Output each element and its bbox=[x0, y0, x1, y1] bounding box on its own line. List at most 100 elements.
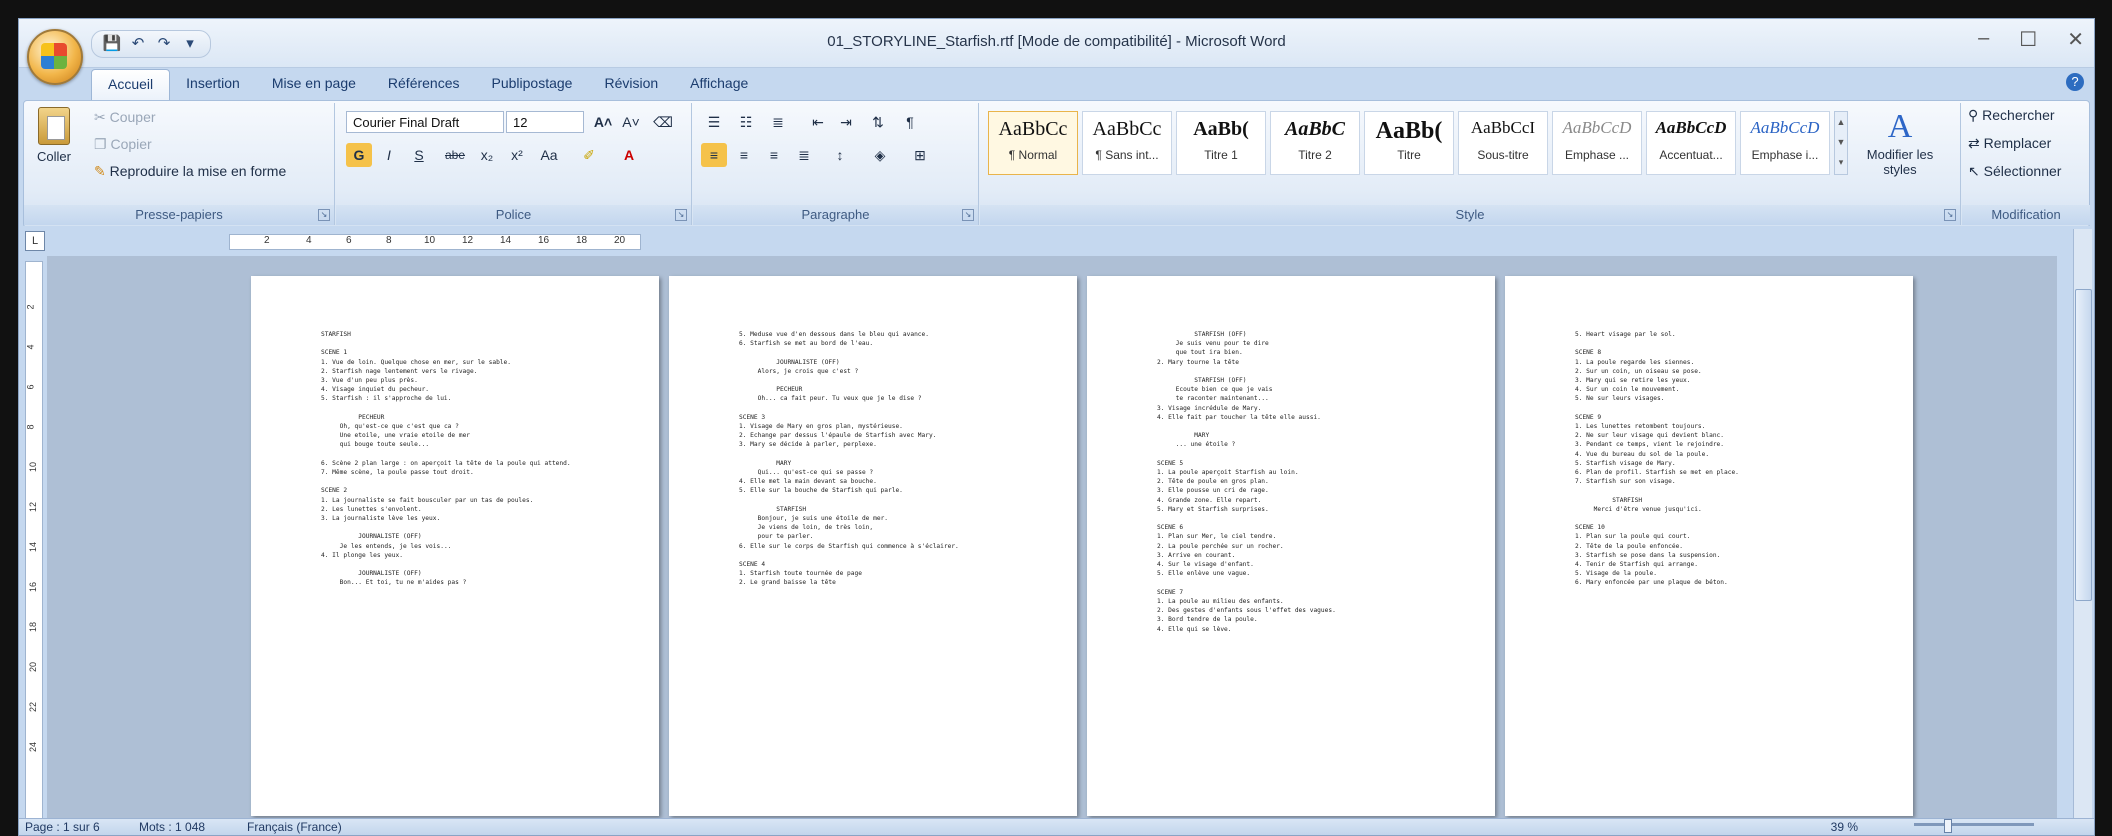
vertical-scrollbar[interactable] bbox=[2073, 229, 2092, 819]
clipboard-launcher-icon[interactable]: ↘ bbox=[318, 209, 330, 221]
document-page-2[interactable]: 5. Meduse vue d'en dessous dans le bleu … bbox=[669, 276, 1077, 816]
styles-a-icon: A bbox=[1887, 108, 1913, 145]
zoom-slider-knob[interactable] bbox=[1944, 819, 1952, 833]
bold-button[interactable]: G bbox=[346, 143, 372, 167]
italic-button[interactable]: I bbox=[376, 143, 402, 167]
office-button[interactable] bbox=[27, 29, 83, 85]
tab-affichage[interactable]: Affichage bbox=[674, 69, 764, 101]
shrink-font-icon[interactable]: A˅ bbox=[618, 110, 644, 134]
title-bar: 💾 ↶ ↷ ▾ 01_STORYLINE_Starfish.rtf [Mode … bbox=[19, 19, 2094, 85]
replace-icon: ⇄ bbox=[1968, 135, 1984, 151]
window-title: 01_STORYLINE_Starfish.rtf [Mode de compa… bbox=[827, 33, 1286, 50]
copy-button[interactable]: ❐ Copier bbox=[94, 136, 152, 153]
line-spacing-icon[interactable]: ↕ bbox=[827, 143, 853, 167]
vertical-ruler[interactable]: 2 4 6 8 10 12 14 16 18 20 22 24 bbox=[25, 261, 43, 821]
highlight-icon[interactable]: ✐ bbox=[576, 143, 602, 167]
page-count[interactable]: Page : 1 sur 6 bbox=[25, 820, 100, 834]
modify-styles-button[interactable]: A Modifier les styles bbox=[1860, 107, 1940, 177]
styles-scroll-icon[interactable]: ▲ ▼ ▾ bbox=[1834, 111, 1848, 175]
style-titre-1[interactable]: AaBb( Titre 1 bbox=[1176, 111, 1266, 175]
paragraph-launcher-icon[interactable]: ↘ bbox=[962, 209, 974, 221]
maximize-button[interactable]: ☐ bbox=[2019, 27, 2037, 52]
font-size-select[interactable]: 12 bbox=[506, 111, 584, 133]
multilevel-list-icon[interactable]: ≣ bbox=[765, 110, 791, 134]
paste-button[interactable]: Coller bbox=[34, 107, 74, 175]
bullets-icon[interactable]: ☰ bbox=[701, 110, 727, 134]
superscript-button[interactable]: x² bbox=[504, 143, 530, 167]
styles-launcher-icon[interactable]: ↘ bbox=[1944, 209, 1956, 221]
scrollbar-thumb[interactable] bbox=[2075, 289, 2092, 601]
font-color-icon[interactable]: A bbox=[616, 143, 642, 167]
style-preview: AaBb( bbox=[1375, 118, 1443, 144]
paste-label: Coller bbox=[37, 149, 71, 164]
change-case-button[interactable]: Aa bbox=[536, 143, 562, 167]
justify-icon[interactable]: ≣ bbox=[791, 143, 817, 167]
underline-button[interactable]: S bbox=[406, 143, 432, 167]
brush-icon: ✎ bbox=[94, 163, 110, 179]
font-launcher-icon[interactable]: ↘ bbox=[675, 209, 687, 221]
style-titre-2[interactable]: AaBbC Titre 2 bbox=[1270, 111, 1360, 175]
tab-publipostage[interactable]: Publipostage bbox=[476, 69, 589, 101]
style-accentuation[interactable]: AaBbCcD Accentuat... bbox=[1646, 111, 1736, 175]
align-right-icon[interactable]: ≡ bbox=[761, 143, 787, 167]
style-emphase-pale[interactable]: AaBbCcD Emphase ... bbox=[1552, 111, 1642, 175]
ribbon-tabs: Accueil Insertion Mise en page Référence… bbox=[91, 69, 764, 102]
decrease-indent-icon[interactable]: ⇤ bbox=[805, 110, 831, 134]
scissors-icon: ✂ bbox=[94, 109, 110, 125]
tab-mise-en-page[interactable]: Mise en page bbox=[256, 69, 372, 101]
grow-font-icon[interactable]: A˄ bbox=[590, 110, 616, 134]
document-page-1[interactable]: STARFISH SCENE 1 1. Vue de loin. Quelque… bbox=[251, 276, 659, 816]
status-bar: Page : 1 sur 6 Mots : 1 048 Français (Fr… bbox=[19, 818, 2094, 835]
cut-button[interactable]: ✂ Couper bbox=[94, 109, 156, 126]
paragraph-group-label: Paragraphe bbox=[693, 205, 978, 225]
clear-format-icon[interactable]: ⌫ bbox=[650, 110, 676, 134]
find-button[interactable]: ⚲ Rechercher bbox=[1968, 107, 2055, 124]
group-clipboard: Coller ✂ Couper ❐ Copier ✎ Reproduire la… bbox=[24, 103, 335, 225]
ruler-tick: 14 bbox=[500, 235, 512, 246]
borders-icon[interactable]: ⊞ bbox=[907, 143, 933, 167]
sort-icon[interactable]: ⇅ bbox=[865, 110, 891, 134]
show-marks-icon[interactable]: ¶ bbox=[897, 110, 923, 134]
style-emphase-intense[interactable]: AaBbCcD Emphase i... bbox=[1740, 111, 1830, 175]
strikethrough-button[interactable]: abe bbox=[442, 143, 468, 167]
help-icon[interactable]: ? bbox=[2066, 73, 2084, 91]
document-area[interactable]: STARFISH SCENE 1 1. Vue de loin. Quelque… bbox=[47, 256, 2057, 821]
document-page-3[interactable]: STARFISH (OFF) Je suis venu pour te dire… bbox=[1087, 276, 1495, 816]
font-family-select[interactable]: Courier Final Draft bbox=[346, 111, 504, 133]
subscript-button[interactable]: x₂ bbox=[474, 143, 500, 167]
zoom-level[interactable]: 39 % bbox=[1831, 820, 1858, 834]
word-count[interactable]: Mots : 1 048 bbox=[139, 820, 205, 834]
style-sans-interligne[interactable]: AaBbCc ¶ Sans int... bbox=[1082, 111, 1172, 175]
language-indicator[interactable]: Français (France) bbox=[247, 820, 342, 834]
format-painter-button[interactable]: ✎ Reproduire la mise en forme bbox=[94, 163, 286, 180]
vruler-tick: 14 bbox=[28, 541, 39, 553]
tab-revision[interactable]: Révision bbox=[588, 69, 674, 101]
increase-indent-icon[interactable]: ⇥ bbox=[833, 110, 859, 134]
tab-selector-icon[interactable]: L bbox=[25, 231, 45, 251]
align-left-icon[interactable]: ≡ bbox=[701, 143, 727, 167]
vruler-tick: 4 bbox=[25, 344, 36, 350]
align-center-icon[interactable]: ≡ bbox=[731, 143, 757, 167]
shading-icon[interactable]: ◈ bbox=[867, 143, 893, 167]
numbering-icon[interactable]: ☷ bbox=[733, 110, 759, 134]
horizontal-ruler[interactable]: 2 4 6 8 10 12 14 16 18 20 bbox=[229, 234, 641, 250]
group-font: Courier Final Draft 12 A˄ A˅ ⌫ G I S abe… bbox=[336, 103, 692, 225]
style-sous-titre[interactable]: AaBbCcI Sous-titre bbox=[1458, 111, 1548, 175]
minimize-button[interactable]: – bbox=[1978, 27, 1989, 52]
document-page-4[interactable]: 5. Heart visage par le sol. SCENE 8 1. L… bbox=[1505, 276, 1913, 816]
close-button[interactable]: ✕ bbox=[2067, 27, 2084, 52]
tab-accueil[interactable]: Accueil bbox=[91, 69, 171, 102]
select-button[interactable]: ↖ Sélectionner bbox=[1968, 163, 2061, 180]
window-controls: – ☐ ✕ bbox=[1978, 27, 2084, 52]
tab-insertion[interactable]: Insertion bbox=[170, 69, 256, 101]
page-text: 5. Meduse vue d'en dessous dans le bleu … bbox=[739, 331, 959, 587]
tab-references[interactable]: Références bbox=[372, 69, 476, 101]
style-name: Emphase i... bbox=[1751, 148, 1819, 162]
vruler-tick: 10 bbox=[28, 461, 39, 473]
style-preview: AaBbC bbox=[1284, 118, 1346, 140]
style-titre[interactable]: AaBb( Titre bbox=[1364, 111, 1454, 175]
style-name: Titre 2 bbox=[1298, 148, 1332, 162]
replace-button[interactable]: ⇄ Remplacer bbox=[1968, 135, 2051, 152]
style-normal[interactable]: AaBbCc ¶ Normal bbox=[988, 111, 1078, 175]
zoom-slider[interactable] bbox=[1914, 823, 2034, 826]
